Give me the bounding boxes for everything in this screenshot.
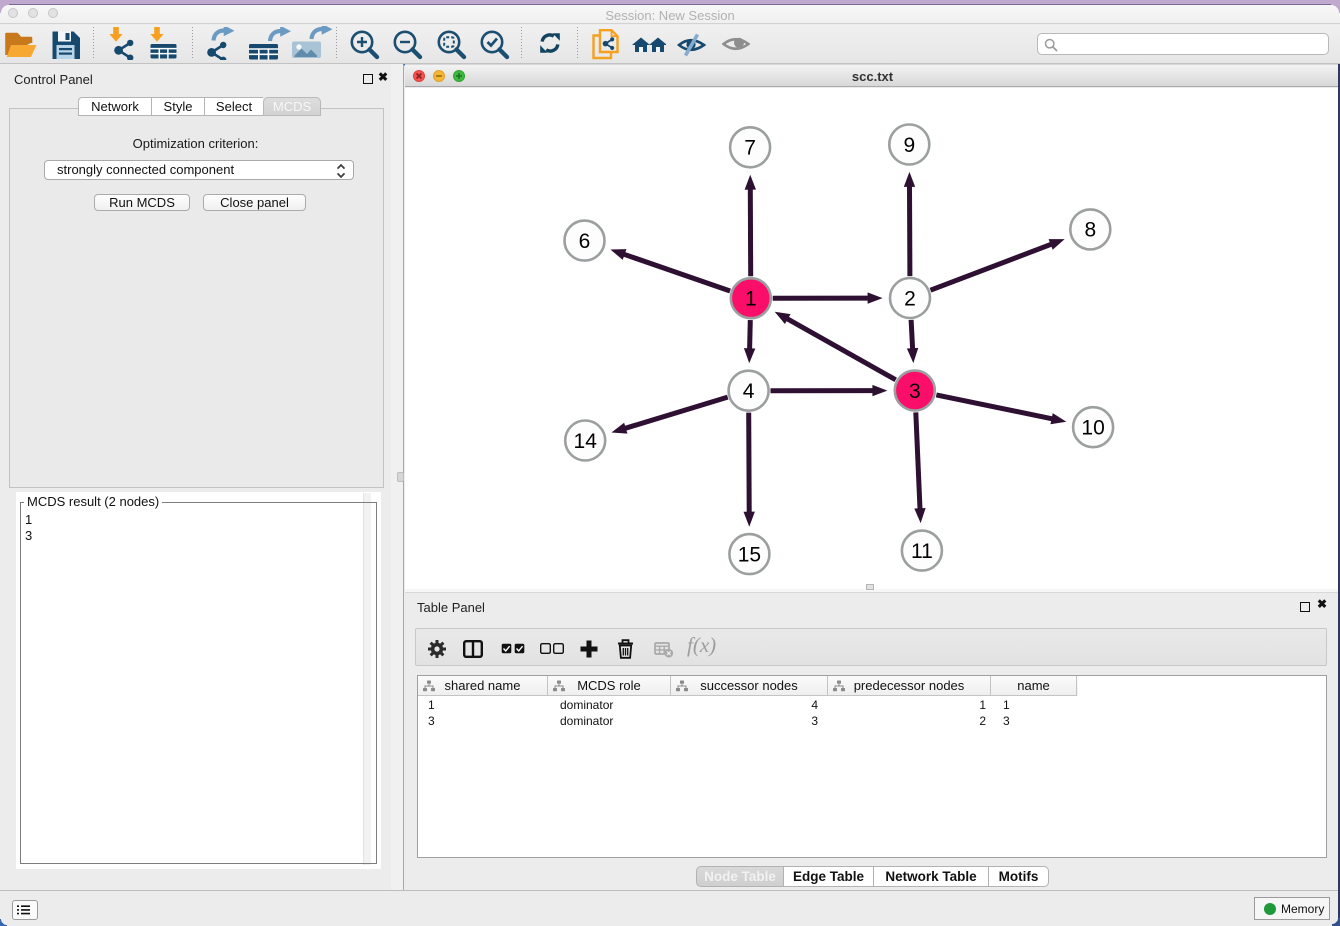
svg-text:7: 7 xyxy=(744,137,756,160)
svg-text:14: 14 xyxy=(574,430,598,453)
svg-text:11: 11 xyxy=(911,540,933,563)
svg-text:4: 4 xyxy=(743,380,755,403)
svg-text:8: 8 xyxy=(1084,219,1096,242)
svg-text:9: 9 xyxy=(903,134,915,157)
svg-text:10: 10 xyxy=(1081,417,1104,440)
svg-text:15: 15 xyxy=(738,543,761,566)
svg-text:6: 6 xyxy=(579,230,591,253)
svg-text:2: 2 xyxy=(904,287,916,310)
svg-text:1: 1 xyxy=(745,288,757,311)
svg-text:3: 3 xyxy=(909,380,921,403)
